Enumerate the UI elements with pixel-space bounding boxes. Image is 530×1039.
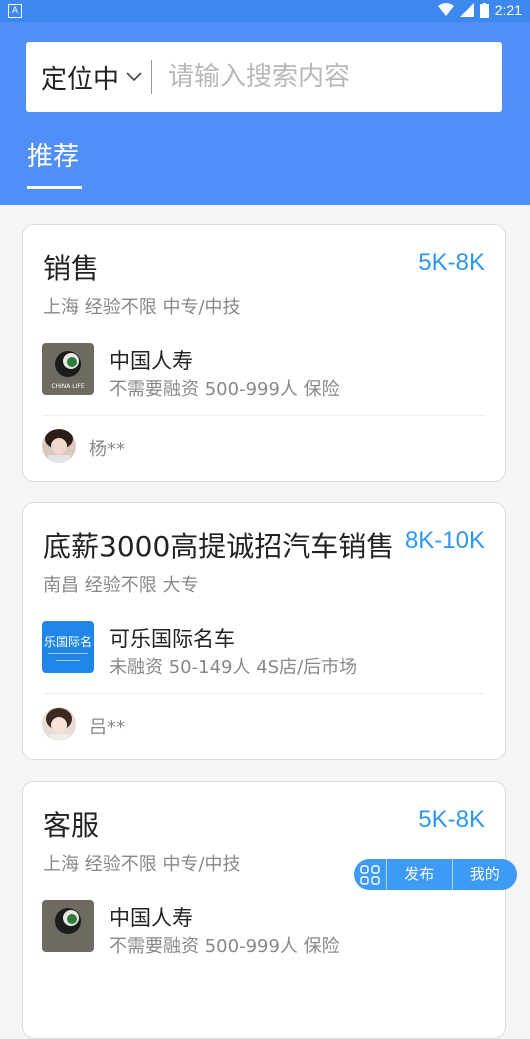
wifi-icon bbox=[437, 3, 454, 16]
publish-button[interactable]: 发布 bbox=[387, 859, 452, 890]
company-logo bbox=[42, 900, 94, 952]
svg-text:CHINA LIFE: CHINA LIFE bbox=[51, 383, 85, 390]
company-logo: 乐国际名 bbox=[42, 621, 94, 673]
location-selector[interactable]: 定位中 bbox=[26, 42, 143, 112]
job-meta: 上海 经验不限 中专/中技 bbox=[43, 297, 241, 318]
recruiter-name: 杨** bbox=[89, 439, 125, 460]
company-info: 不需要融资 500-999人 保险 bbox=[109, 379, 340, 400]
grid-menu-icon[interactable] bbox=[354, 859, 387, 890]
recruiter-name: 吕** bbox=[89, 717, 125, 738]
company-info: 未融资 50-149人 4S店/后市场 bbox=[109, 657, 358, 678]
chevron-down-icon bbox=[125, 68, 143, 86]
job-salary: 5K-8K bbox=[418, 806, 485, 833]
divider bbox=[43, 415, 485, 416]
job-card[interactable]: 客服 5K-8K 上海 经验不限 中专/中技 中国人寿 不需要融资 500-99… bbox=[22, 781, 506, 1039]
clock: 2:21 bbox=[494, 2, 522, 18]
tab-indicator bbox=[27, 186, 82, 189]
battery-icon bbox=[479, 2, 489, 18]
company-name: 可乐国际名车 bbox=[109, 627, 235, 651]
signal-icon bbox=[459, 3, 474, 17]
header: 定位中 推荐 bbox=[0, 22, 530, 205]
recruiter-avatar bbox=[42, 429, 76, 463]
divider bbox=[43, 693, 485, 694]
recruiter-avatar bbox=[42, 707, 76, 741]
floating-action-bar: 发布 我的 bbox=[354, 859, 517, 890]
location-label: 定位中 bbox=[41, 64, 120, 95]
job-title: 客服 bbox=[43, 809, 100, 842]
job-card[interactable]: 底薪3000高提诚招汽车销售 8K-10K 南昌 经验不限 大专 乐国际名 可乐… bbox=[22, 502, 506, 760]
company-info: 不需要融资 500-999人 保险 bbox=[109, 936, 340, 957]
search-input[interactable] bbox=[166, 41, 502, 113]
job-meta: 上海 经验不限 中专/中技 bbox=[43, 854, 241, 875]
company-name: 中国人寿 bbox=[109, 349, 193, 373]
tab-recommend[interactable]: 推荐 bbox=[27, 136, 79, 173]
company-logo: CHINA LIFE bbox=[42, 343, 94, 395]
job-meta: 南昌 经验不限 大专 bbox=[43, 575, 199, 596]
job-title: 底薪3000高提诚招汽车销售 bbox=[43, 530, 395, 563]
search-divider bbox=[151, 60, 153, 94]
notification-icon: A bbox=[8, 4, 22, 18]
job-salary: 8K-10K bbox=[404, 527, 485, 554]
job-title: 销售 bbox=[43, 252, 100, 285]
company-name: 中国人寿 bbox=[109, 906, 193, 930]
search-box: 定位中 bbox=[26, 41, 502, 113]
mine-button[interactable]: 我的 bbox=[451, 859, 518, 890]
status-icons: 2:21 bbox=[437, 2, 522, 18]
svg-text:乐国际名: 乐国际名 bbox=[44, 634, 92, 649]
job-card[interactable]: 销售 5K-8K 上海 经验不限 中专/中技 CHINA LIFE 中国人寿 不… bbox=[22, 224, 506, 482]
status-bar: A 2:21 bbox=[0, 0, 530, 22]
job-salary: 5K-8K bbox=[418, 249, 485, 276]
